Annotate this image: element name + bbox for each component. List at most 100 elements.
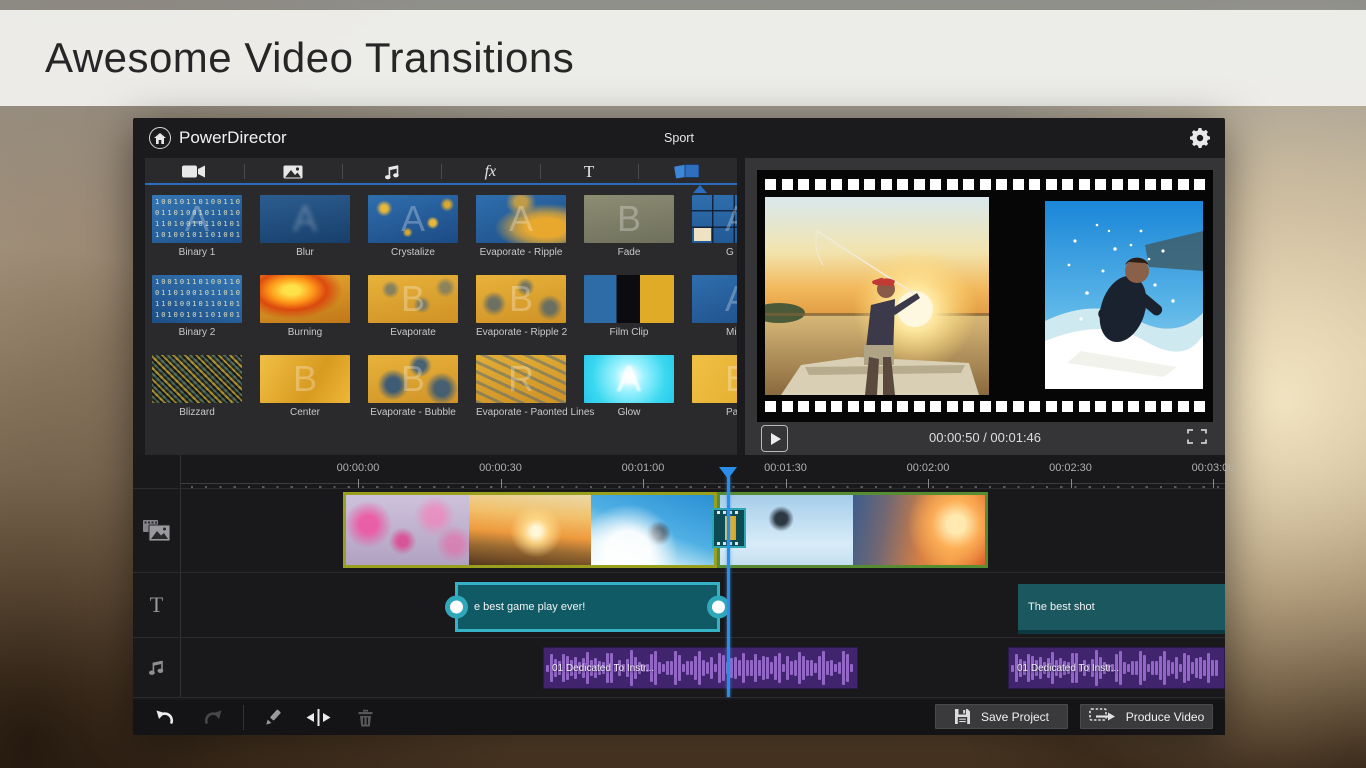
transition-item[interactable]: Binary 2 <box>152 275 242 341</box>
evap-ripple2-thumbnail[interactable] <box>476 275 566 323</box>
ruler-tick <box>500 479 502 488</box>
transition-item[interactable]: Evaporate - Paonted Lines <box>476 355 595 421</box>
preview-frame-fisherman <box>765 197 989 395</box>
transition-item[interactable]: Blur <box>260 195 350 261</box>
text-clip-selected[interactable]: e best game play ever! <box>445 582 730 632</box>
mirror-partial-thumbnail[interactable] <box>692 275 737 323</box>
film-hole <box>765 179 776 190</box>
ruler-label: 00:00:30 <box>479 462 522 474</box>
audio-clip-2[interactable]: 01 Dedicated To Instr... <box>1008 647 1225 689</box>
tab-active-underline <box>145 183 737 185</box>
tab-effects[interactable]: fx <box>441 158 540 185</box>
transition-label: Evaporate <box>390 327 436 338</box>
evaporate-thumbnail[interactable] <box>368 275 458 323</box>
transition-label: Film Clip <box>609 327 649 338</box>
transition-item[interactable]: Evaporate - Bubble <box>368 355 458 421</box>
transition-item[interactable]: Evaporate - Ripple 2 <box>476 275 568 341</box>
film-hole <box>814 401 826 412</box>
page-partial-thumbnail[interactable] <box>692 355 737 403</box>
grid-thumbnail[interactable] <box>692 195 737 243</box>
undo-button[interactable] <box>147 700 183 735</box>
transition-item[interactable]: Blizzard <box>152 355 242 421</box>
transition-label: Evaporate - Ripple <box>479 247 563 258</box>
film-hole <box>996 179 1007 190</box>
glow-thumbnail[interactable] <box>584 355 674 403</box>
playhead[interactable] <box>727 475 730 697</box>
evap-painted-thumbnail[interactable] <box>476 355 566 403</box>
trim-handle-left[interactable] <box>445 595 468 619</box>
undo-icon <box>156 710 174 724</box>
fullscreen-button[interactable] <box>1187 429 1207 449</box>
video-clip-1[interactable] <box>343 492 717 568</box>
home-button[interactable] <box>149 127 171 149</box>
banner: Awesome Video Transitions <box>0 10 1366 106</box>
film-hole <box>1177 179 1189 190</box>
film-hole <box>1095 401 1106 412</box>
save-project-button[interactable]: Save Project <box>935 704 1068 729</box>
center-thumbnail[interactable] <box>260 355 350 403</box>
transition-item[interactable]: Burning <box>260 275 350 341</box>
transition-label: Evaporate - Ripple 2 <box>476 327 568 338</box>
evap-bubble-thumbnail[interactable] <box>368 355 458 403</box>
split-icon <box>306 709 330 726</box>
crystalize-thumbnail[interactable] <box>368 195 458 243</box>
film-hole <box>864 179 875 190</box>
transition-label: Evaporate - Paonted Lines <box>476 407 595 418</box>
film-hole <box>814 179 826 190</box>
transition-item[interactable]: Film Clip <box>584 275 674 341</box>
audio-clip-1[interactable]: 01 Dedicated To Instr... <box>543 647 858 689</box>
produce-label: Produce Video <box>1125 709 1205 724</box>
ruler-label: 00:00:00 <box>336 462 380 474</box>
tab-photos[interactable] <box>243 158 343 185</box>
track-divider <box>133 697 1225 698</box>
filmclip-thumbnail[interactable] <box>584 275 674 323</box>
music-track-icon <box>133 637 180 697</box>
tab-media[interactable] <box>145 158 244 185</box>
video-clip-2[interactable] <box>717 492 988 568</box>
film-hole <box>1161 179 1172 190</box>
binary1-thumbnail[interactable] <box>152 195 242 243</box>
transition-item[interactable]: Glow <box>584 355 674 421</box>
music-note-icon <box>384 164 399 179</box>
redo-button[interactable] <box>195 700 231 735</box>
audio-clip-label: 01 Dedicated To Instr... <box>552 662 655 674</box>
film-hole <box>880 179 892 190</box>
transition-item[interactable]: Crystalize <box>368 195 458 261</box>
transition-item[interactable]: Binary 1 <box>152 195 242 261</box>
transition-item[interactable]: Evaporate <box>368 275 458 341</box>
transition-item[interactable]: Fade <box>584 195 674 261</box>
transition-item[interactable]: G <box>692 195 737 261</box>
delete-button[interactable] <box>347 700 383 735</box>
ruler-tick <box>643 479 644 488</box>
preview-time: 00:00:50 / 00:01:46 <box>928 430 1042 445</box>
settings-button[interactable] <box>1189 127 1211 149</box>
film-hole <box>946 179 958 190</box>
film-hole <box>1111 179 1123 190</box>
fade-thumbnail[interactable] <box>584 195 674 243</box>
playhead-handle[interactable] <box>719 467 737 479</box>
burning-thumbnail[interactable] <box>260 275 350 323</box>
binary2-thumbnail[interactable] <box>152 275 242 323</box>
preview-controls: 00:00:50 / 00:01:46 <box>745 422 1225 455</box>
toolbar-divider <box>243 705 244 730</box>
evap-ripple-thumbnail[interactable] <box>476 195 566 243</box>
tab-transitions[interactable] <box>638 158 737 185</box>
transition-item[interactable]: Pag <box>692 355 737 421</box>
transition-item[interactable]: Mi <box>692 275 737 341</box>
split-button[interactable] <box>300 700 336 735</box>
transition-item[interactable]: Evaporate - Ripple <box>476 195 566 261</box>
film-hole <box>897 179 908 190</box>
preview-panel: 00:00:50 / 00:01:46 <box>745 158 1225 455</box>
tab-music[interactable] <box>342 158 441 185</box>
produce-icon <box>1088 708 1115 721</box>
blizzard-thumbnail[interactable] <box>152 355 242 403</box>
surfer-frame <box>591 495 715 565</box>
produce-video-button[interactable]: Produce Video <box>1080 704 1213 729</box>
text-clip[interactable]: The best shot <box>1018 584 1225 634</box>
film-hole <box>1128 179 1139 190</box>
blur-thumbnail[interactable] <box>260 195 350 243</box>
text-clip-label: The best shot <box>1028 601 1095 613</box>
tab-titles[interactable]: T <box>539 158 639 185</box>
transition-item[interactable]: Center <box>260 355 350 421</box>
edit-button[interactable] <box>255 700 291 735</box>
